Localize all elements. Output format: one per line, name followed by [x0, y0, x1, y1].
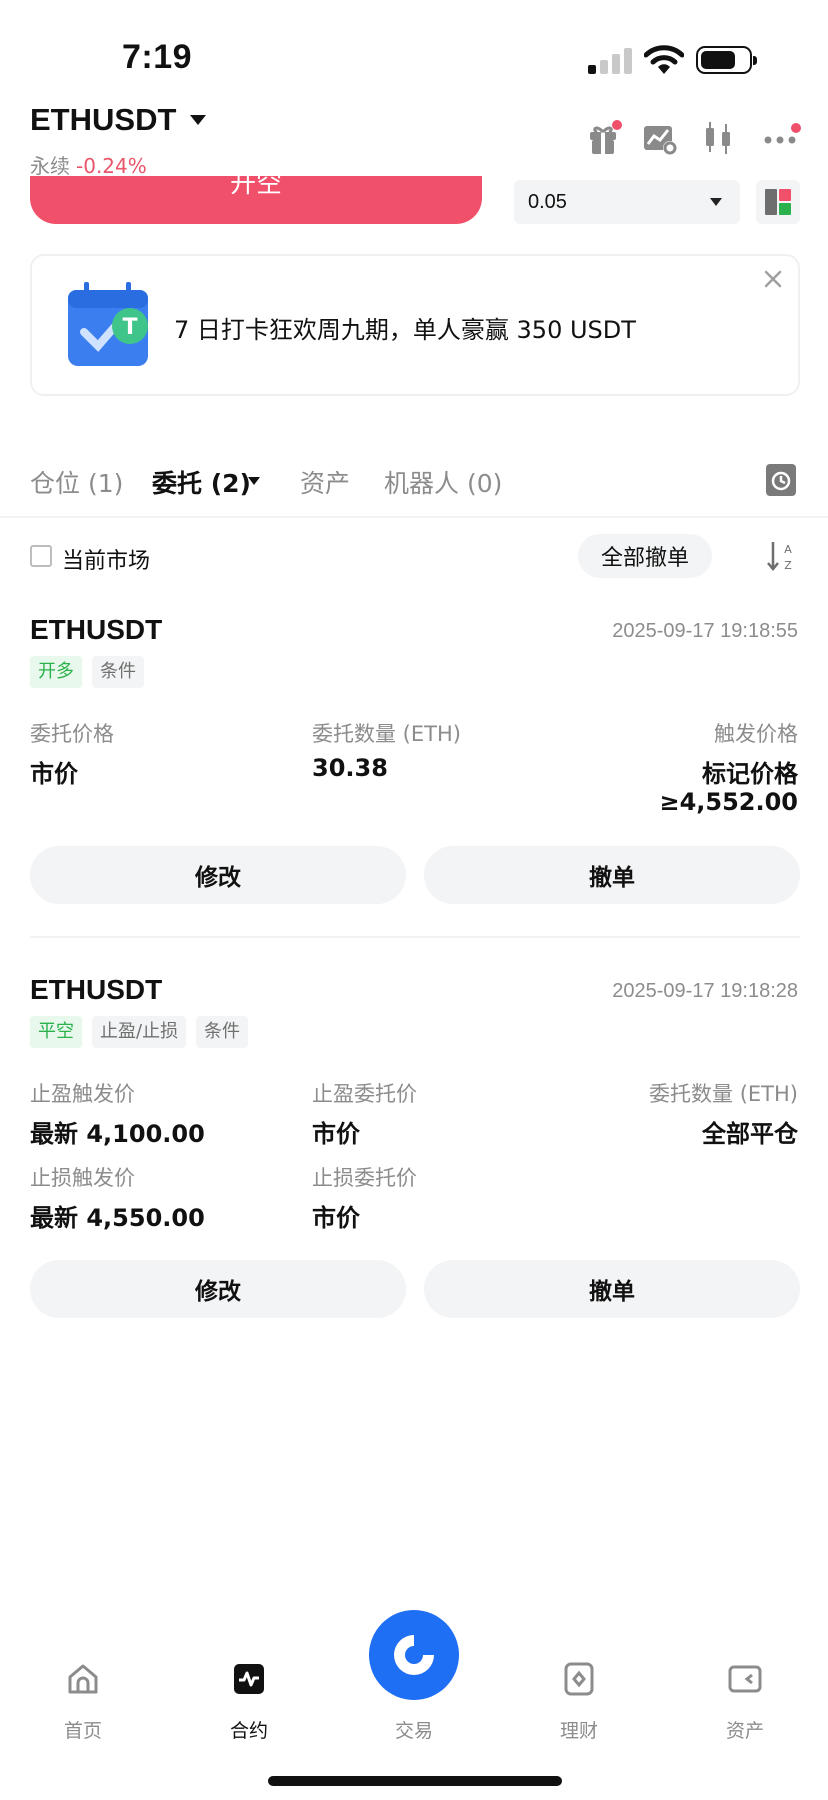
- order-divider: [30, 936, 800, 938]
- futures-icon: [234, 1664, 264, 1694]
- nav-futures[interactable]: 合约: [189, 1662, 309, 1743]
- sort-az-icon[interactable]: A Z: [766, 538, 796, 574]
- nav-trade-label: 交易: [394, 1720, 433, 1742]
- battery-icon: [696, 46, 757, 74]
- order-type-tag: 条件: [92, 656, 144, 688]
- nav-home[interactable]: 首页: [23, 1662, 143, 1743]
- tab-orders[interactable]: 委托 (2): [152, 464, 251, 500]
- more-icon[interactable]: [762, 118, 802, 158]
- tab-bots[interactable]: 机器人 (0): [384, 464, 502, 500]
- current-market-label: 当前市场: [62, 549, 151, 574]
- wifi-icon: [644, 45, 684, 74]
- caret-down-icon: [190, 115, 207, 125]
- order-price-label: 委托价格: [30, 722, 114, 746]
- pair-selector[interactable]: ETHUSDT: [30, 102, 207, 138]
- sl-order-value: 市价: [312, 1204, 360, 1232]
- banner-text: 7 日打卡狂欢周九期，单人豪赢 350 USDT: [174, 316, 636, 344]
- chart-settings-icon[interactable]: [640, 118, 680, 158]
- pair-name: ETHUSDT: [30, 102, 177, 137]
- calendar-usdt-icon: T: [68, 282, 148, 366]
- svg-text:A: A: [784, 543, 792, 556]
- order-qty-value: 全部平仓: [702, 1120, 798, 1148]
- cancel-order-button[interactable]: 撤单: [424, 1260, 800, 1318]
- sl-order-label: 止损委托价: [312, 1166, 417, 1190]
- open-short-button[interactable]: 开空: [30, 176, 482, 224]
- order-tpsl-tag: 止盈/止损: [92, 1016, 187, 1048]
- caret-down-icon: [710, 198, 722, 206]
- layout-toggle-icon[interactable]: [756, 180, 800, 224]
- nav-assets-label: 资产: [725, 1720, 764, 1742]
- pair-subtitle: 永续 -0.24%: [30, 150, 147, 179]
- tp-trigger-label: 止盈触发价: [30, 1082, 135, 1106]
- cancel-all-button[interactable]: 全部撤单: [578, 534, 712, 578]
- tabs-divider: [0, 516, 828, 518]
- order-time: 2025-09-17 19:18:55: [612, 620, 798, 642]
- order-qty-label: 委托数量 (ETH): [649, 1082, 798, 1106]
- trade-button[interactable]: [369, 1610, 459, 1700]
- tab-positions[interactable]: 仓位 (1): [30, 464, 123, 500]
- svg-text:T: T: [122, 315, 137, 340]
- trigger-price-label: 触发价格: [714, 722, 798, 746]
- sl-trigger-label: 止损触发价: [30, 1166, 135, 1190]
- modify-order-button[interactable]: 修改: [30, 846, 406, 904]
- order-history-icon[interactable]: [766, 464, 796, 496]
- sl-trigger-value: 最新 4,550.00: [30, 1204, 205, 1232]
- nav-home-label: 首页: [63, 1720, 102, 1742]
- caret-down-icon[interactable]: [248, 477, 260, 485]
- svg-text:Z: Z: [784, 559, 792, 572]
- open-short-label: 开空: [229, 176, 282, 199]
- nav-assets[interactable]: 资产: [685, 1662, 805, 1743]
- order-side-tag: 开多: [30, 656, 82, 688]
- cancel-order-button[interactable]: 撤单: [424, 846, 800, 904]
- status-time: 7:19: [122, 38, 193, 76]
- modify-order-button[interactable]: 修改: [30, 1260, 406, 1318]
- nav-futures-label: 合约: [229, 1720, 268, 1742]
- order-time: 2025-09-17 19:18:28: [612, 980, 798, 1002]
- order-type-tag: 条件: [196, 1016, 248, 1048]
- gift-icon[interactable]: [584, 118, 624, 158]
- trigger-price-value: ≥4,552.00: [659, 788, 798, 816]
- order-price-value: 市价: [30, 760, 78, 788]
- cellular-signal-icon: [588, 46, 632, 74]
- nav-earn-label: 理财: [559, 1720, 598, 1742]
- tp-trigger-value: 最新 4,100.00: [30, 1120, 205, 1148]
- close-icon[interactable]: [762, 268, 784, 290]
- tp-order-label: 止盈委托价: [312, 1082, 417, 1106]
- order-qty-label: 委托数量 (ETH): [312, 722, 461, 746]
- current-market-checkbox[interactable]: [30, 545, 52, 567]
- tp-order-value: 市价: [312, 1120, 360, 1148]
- quantity-select[interactable]: 0.05: [514, 180, 740, 224]
- home-icon: [68, 1664, 98, 1694]
- quantity-value: 0.05: [528, 190, 567, 213]
- order-qty-value: 30.38: [312, 754, 388, 782]
- candlestick-icon[interactable]: [698, 118, 738, 158]
- price-change: -0.24%: [76, 154, 147, 178]
- order-symbol: ETHUSDT: [30, 614, 163, 645]
- home-indicator: [268, 1776, 562, 1786]
- order-side-tag: 平空: [30, 1016, 82, 1048]
- order-symbol: ETHUSDT: [30, 974, 163, 1005]
- contract-type: 永续: [30, 154, 70, 178]
- trade-icon: [394, 1635, 434, 1675]
- earn-icon: [564, 1662, 594, 1696]
- tab-assets[interactable]: 资产: [300, 464, 350, 500]
- trigger-price-type: 标记价格: [702, 760, 798, 788]
- wallet-icon: [728, 1665, 762, 1693]
- nav-earn[interactable]: 理财: [519, 1662, 639, 1743]
